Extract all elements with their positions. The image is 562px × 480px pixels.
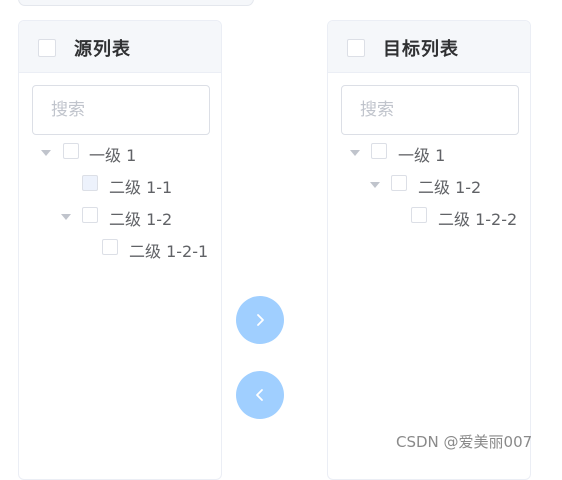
tree-node[interactable]: 一级 1	[328, 142, 530, 166]
target-panel-header: 目标列表	[328, 21, 530, 73]
tree-node[interactable]: 一级 1	[19, 142, 221, 166]
tree-node-checkbox[interactable]	[63, 143, 79, 159]
tree-node-label: 二级 1-2-1	[129, 242, 209, 261]
tree-node-label: 二级 1-2	[109, 210, 173, 229]
tree-node-checkbox[interactable]	[102, 239, 118, 255]
target-select-all-checkbox[interactable]	[347, 39, 365, 57]
watermark: CSDN @爱美丽007	[396, 433, 533, 451]
chevron-left-icon	[256, 389, 263, 401]
caret-down-icon[interactable]	[41, 150, 51, 156]
source-panel-header: 源列表	[19, 21, 221, 73]
caret-down-icon[interactable]	[61, 214, 71, 220]
tree-node[interactable]: 二级 1-2-2	[328, 206, 530, 230]
target-panel: 目标列表 一级 1 二级 1-2 二级 1-2-2	[327, 20, 531, 480]
source-panel: 源列表 一级 1 二级 1-1 二级 1-2 二级 1-2-1	[18, 20, 222, 480]
tree-node-label: 二级 1-2-2	[438, 210, 518, 229]
tree-node[interactable]: 二级 1-1	[19, 174, 221, 198]
tree-node-label: 二级 1-2	[418, 178, 482, 197]
tree-node-checkbox[interactable]	[82, 207, 98, 223]
tree-node-checkbox[interactable]	[391, 175, 407, 191]
source-panel-title: 源列表	[74, 39, 131, 60]
tree-node-label: 一级 1	[89, 146, 137, 165]
move-to-source-button[interactable]	[236, 371, 284, 419]
caret-down-icon[interactable]	[370, 182, 380, 188]
tree-node-checkbox[interactable]	[371, 143, 387, 159]
tree-node-checkbox[interactable]	[82, 175, 98, 191]
target-panel-title: 目标列表	[383, 39, 459, 60]
source-select-all-checkbox[interactable]	[38, 39, 56, 57]
source-search-input[interactable]	[32, 85, 210, 135]
top-bar-remnant	[18, 0, 254, 6]
tree-node[interactable]: 二级 1-2	[328, 174, 530, 198]
tree-node[interactable]: 二级 1-2	[19, 206, 221, 230]
target-search-input[interactable]	[341, 85, 519, 135]
chevron-right-icon	[257, 314, 264, 326]
caret-down-icon[interactable]	[350, 150, 360, 156]
tree-node[interactable]: 二级 1-2-1	[19, 238, 221, 262]
tree-node-label: 一级 1	[398, 146, 446, 165]
tree-node-label: 二级 1-1	[109, 178, 173, 197]
move-to-target-button[interactable]	[236, 296, 284, 344]
tree-node-checkbox[interactable]	[411, 207, 427, 223]
